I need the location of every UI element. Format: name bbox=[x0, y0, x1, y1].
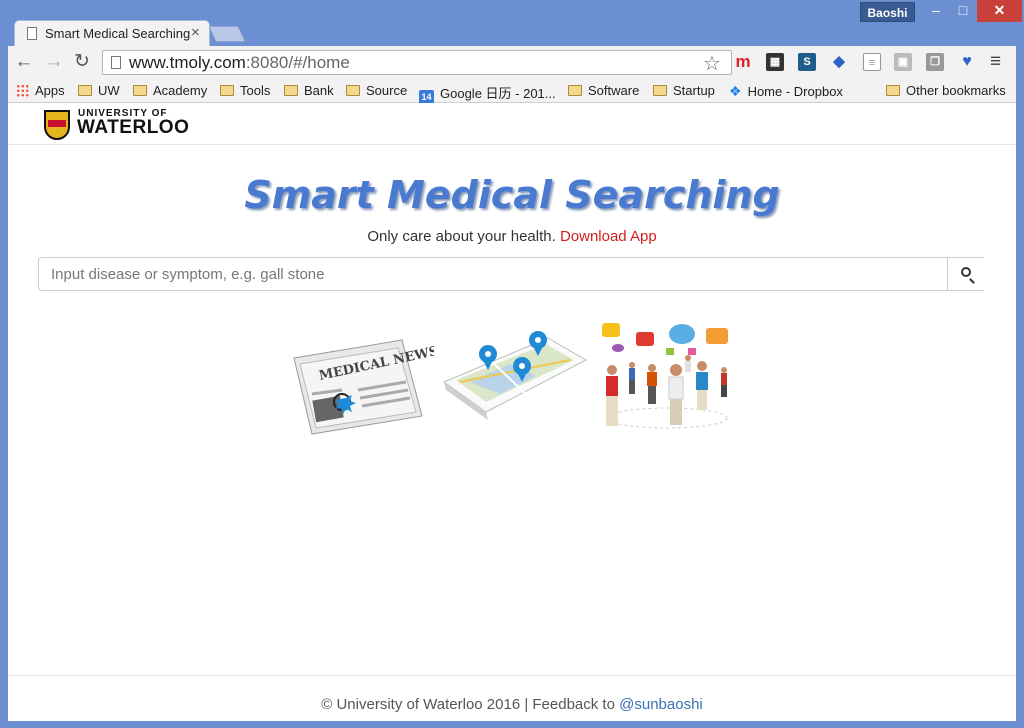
page-icon bbox=[111, 56, 121, 69]
folder-icon bbox=[568, 85, 582, 96]
url-host: www.tmoly.com bbox=[129, 53, 246, 72]
tagline: Only care about your health. Download Ap… bbox=[8, 228, 1016, 245]
browser-tab[interactable]: Smart Medical Searching × bbox=[14, 20, 210, 46]
back-button[interactable]: ← bbox=[12, 50, 36, 74]
bookmark-label: Bank bbox=[304, 83, 334, 98]
bookmark-apps[interactable]: Apps bbox=[16, 83, 65, 98]
logo-text-big[interactable]: WATERLOO bbox=[77, 117, 189, 139]
page-icon bbox=[27, 27, 37, 40]
bookmarks-bar: Apps UW Academy Tools Bank Source 14 Goog… bbox=[8, 79, 1016, 105]
bookmark-google-calendar[interactable]: 14 Google 日历 - 201... bbox=[419, 83, 556, 105]
forward-button[interactable]: → bbox=[42, 50, 66, 74]
profile-button[interactable]: Baoshi bbox=[860, 2, 915, 22]
bookmark-folder-source[interactable]: Source bbox=[346, 83, 407, 98]
new-tab-button[interactable] bbox=[208, 26, 246, 42]
bookmark-other[interactable]: Other bookmarks bbox=[886, 83, 1006, 98]
folder-icon bbox=[653, 85, 667, 96]
map-tablet-image[interactable] bbox=[440, 320, 588, 436]
bookmark-label: Source bbox=[366, 83, 408, 98]
page-footer: © University of Waterloo 2016 | Feedback… bbox=[8, 675, 1016, 721]
bookmark-folder-bank[interactable]: Bank bbox=[284, 83, 334, 98]
bookmark-label: Tools bbox=[240, 83, 271, 98]
apps-icon bbox=[16, 84, 29, 97]
bookmark-label: Academy bbox=[153, 83, 208, 98]
bookmark-label: Home - Dropbox bbox=[747, 84, 843, 99]
minimize-button[interactable]: – bbox=[922, 0, 950, 22]
copy-extension-icon[interactable]: ❐ bbox=[926, 53, 944, 71]
community-chat-image[interactable] bbox=[592, 320, 742, 442]
dropbox-icon: ❖ bbox=[729, 83, 742, 99]
shield-extension-icon[interactable]: ♥ bbox=[958, 53, 976, 71]
download-app-link[interactable]: Download App bbox=[560, 228, 657, 245]
folder-icon bbox=[346, 85, 360, 96]
site-header: UNIVERSITY OF WATERLOO bbox=[8, 103, 1016, 145]
bookmark-dropbox[interactable]: ❖ Home - Dropbox bbox=[729, 83, 843, 100]
film-extension-icon[interactable]: ▦ bbox=[766, 53, 784, 71]
folder-icon bbox=[220, 85, 234, 96]
url-path: :8080/#/home bbox=[245, 53, 350, 72]
search-icon bbox=[961, 267, 971, 277]
doc-extension-icon[interactable]: ≡ bbox=[863, 53, 881, 71]
page-title: Smart Medical Searching bbox=[244, 173, 780, 217]
maximize-button[interactable]: □ bbox=[950, 0, 976, 22]
medical-news-image[interactable]: MEDICAL NEWS bbox=[282, 320, 434, 436]
close-window-button[interactable]: ✕ bbox=[977, 0, 1022, 22]
waterloo-crest-icon[interactable] bbox=[44, 110, 70, 140]
bookmark-label: Google 日历 - 201... bbox=[440, 86, 556, 101]
tab-close-icon[interactable]: × bbox=[191, 24, 200, 41]
search-button[interactable] bbox=[947, 258, 986, 290]
camera-extension-icon[interactable]: ▣ bbox=[894, 53, 912, 71]
bookmark-label: Software bbox=[588, 83, 640, 98]
bookmark-label: Other bookmarks bbox=[906, 83, 1006, 98]
window-titlebar: Baoshi – □ ✕ Smart Medical Searching × bbox=[0, 0, 1024, 46]
bookmark-folder-software[interactable]: Software bbox=[568, 83, 639, 98]
web-page: UNIVERSITY OF WATERLOO Smart Medical Sea… bbox=[8, 103, 1016, 721]
folder-icon bbox=[886, 85, 900, 96]
folder-icon bbox=[78, 85, 92, 96]
tagline-text: Only care about your health. bbox=[367, 228, 556, 245]
bookmark-label: Startup bbox=[673, 83, 715, 98]
folder-icon bbox=[284, 85, 298, 96]
menu-icon[interactable]: ≡ bbox=[990, 51, 1001, 73]
search-bar bbox=[38, 257, 986, 291]
browser-toolbar: ← → ↻ www.tmoly.com:8080/#/home ☆ m ▦ S … bbox=[8, 46, 1016, 79]
bookmark-label: UW bbox=[98, 83, 120, 98]
footer-text: © University of Waterloo 2016 | Feedback… bbox=[321, 696, 615, 713]
address-bar[interactable]: www.tmoly.com:8080/#/home ☆ bbox=[102, 50, 732, 75]
reload-button[interactable]: ↻ bbox=[70, 50, 94, 74]
folder-icon bbox=[133, 85, 147, 96]
url-text[interactable]: www.tmoly.com:8080/#/home bbox=[129, 53, 350, 73]
graduation-extension-icon[interactable]: ◆ bbox=[830, 53, 848, 71]
feedback-link[interactable]: @sunbaoshi bbox=[619, 696, 703, 713]
bookmark-folder-startup[interactable]: Startup bbox=[653, 83, 715, 98]
bookmark-star-icon[interactable]: ☆ bbox=[703, 51, 721, 76]
bookmark-folder-tools[interactable]: Tools bbox=[220, 83, 270, 98]
search-input[interactable] bbox=[39, 258, 947, 290]
bookmark-folder-uw[interactable]: UW bbox=[78, 83, 120, 98]
m-extension-icon[interactable]: m bbox=[734, 53, 752, 71]
tab-title: Smart Medical Searching bbox=[45, 26, 191, 41]
s-extension-icon[interactable]: S bbox=[798, 53, 816, 71]
bookmark-folder-academy[interactable]: Academy bbox=[133, 83, 207, 98]
bookmark-label: Apps bbox=[35, 83, 65, 98]
